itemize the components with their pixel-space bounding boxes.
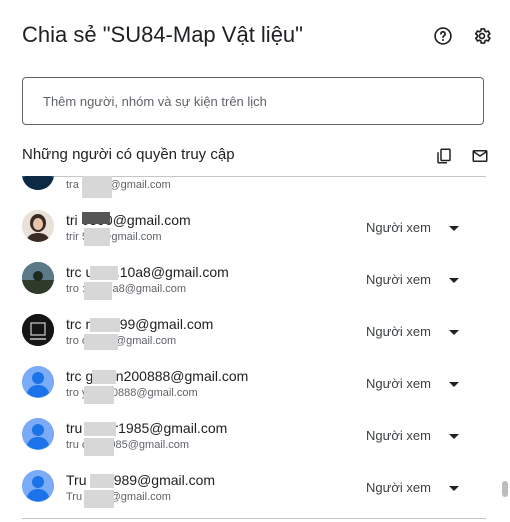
copy-emails-icon[interactable] bbox=[434, 146, 454, 166]
avatar bbox=[22, 210, 54, 242]
role-dropdown[interactable]: Người xem bbox=[366, 272, 431, 287]
redaction bbox=[84, 438, 114, 456]
chevron-down-icon[interactable] bbox=[449, 382, 459, 387]
person-secondary-email: tro oale99@gmail.com bbox=[66, 335, 177, 347]
default-avatar-icon bbox=[22, 418, 54, 450]
scrollbar-thumb[interactable] bbox=[502, 481, 508, 497]
default-avatar-icon bbox=[22, 470, 54, 502]
avatar bbox=[22, 176, 54, 190]
chevron-down-icon[interactable] bbox=[449, 278, 459, 283]
redaction bbox=[92, 370, 116, 384]
redaction bbox=[82, 212, 110, 224]
list-item[interactable]: tri 0590@gmail.com trir 590@gmail.com Ng… bbox=[0, 210, 510, 262]
list-item[interactable]: trc uc10.10a8@gmail.com tro :10.10a8@gma… bbox=[0, 262, 510, 314]
list-item[interactable]: tra am84@gmail.com bbox=[0, 176, 510, 210]
redaction bbox=[84, 228, 110, 246]
settings-gear-icon[interactable] bbox=[471, 25, 493, 47]
dialog-title: Chia sẻ "SU84-Map Vật liệu" bbox=[22, 22, 303, 47]
redaction bbox=[84, 422, 116, 436]
help-icon[interactable] bbox=[432, 25, 454, 47]
people-list: tra am84@gmail.com tri 0590@gmail.com tr… bbox=[0, 176, 510, 516]
access-section-title: Những người có quyền truy cập bbox=[22, 146, 235, 163]
redaction bbox=[84, 282, 112, 300]
redaction bbox=[84, 334, 118, 350]
person-email: Tru nh8989@gmail.com bbox=[66, 472, 216, 488]
role-dropdown[interactable]: Người xem bbox=[366, 428, 431, 443]
add-people-input[interactable]: Thêm người, nhóm và sự kiện trên lịch bbox=[22, 77, 484, 125]
role-dropdown[interactable]: Người xem bbox=[366, 324, 431, 339]
add-people-placeholder: Thêm người, nhóm và sự kiện trên lịch bbox=[43, 93, 267, 109]
redaction bbox=[90, 318, 120, 332]
person-secondary-email: Tru 8989@gmail.com bbox=[66, 491, 171, 503]
list-item[interactable]: trc guyen200888@gmail.com tro yen200888@… bbox=[0, 366, 510, 418]
chevron-down-icon[interactable] bbox=[449, 226, 459, 231]
redaction bbox=[90, 266, 118, 280]
avatar bbox=[22, 262, 54, 294]
redaction bbox=[90, 474, 114, 488]
list-item[interactable]: Tru nh8989@gmail.com Tru 8989@gmail.com … bbox=[0, 470, 510, 516]
redaction bbox=[84, 490, 114, 508]
list-item[interactable]: trc noale99@gmail.com tro oale99@gmail.c… bbox=[0, 314, 510, 366]
role-dropdown[interactable]: Người xem bbox=[366, 480, 431, 495]
list-item[interactable]: tru rch.fr1985@gmail.com tru ch.fr1985@g… bbox=[0, 418, 510, 470]
redaction bbox=[84, 386, 114, 404]
redaction bbox=[82, 176, 112, 198]
person-email: trc noale99@gmail.com bbox=[66, 316, 214, 332]
email-mail-icon[interactable] bbox=[470, 146, 490, 166]
chevron-down-icon[interactable] bbox=[449, 434, 459, 439]
chevron-down-icon[interactable] bbox=[449, 330, 459, 335]
default-avatar-icon bbox=[22, 366, 54, 398]
role-dropdown[interactable]: Người xem bbox=[366, 376, 431, 391]
avatar bbox=[22, 314, 54, 346]
person-secondary-email: trir 590@gmail.com bbox=[66, 231, 162, 243]
role-dropdown[interactable]: Người xem bbox=[366, 220, 431, 235]
list-bottom-divider bbox=[22, 518, 486, 519]
chevron-down-icon[interactable] bbox=[449, 486, 459, 491]
